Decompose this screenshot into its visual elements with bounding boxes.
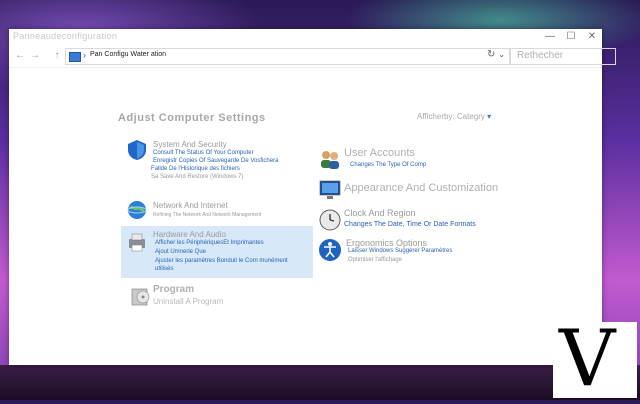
category-title[interactable]: Hardware And Audio <box>153 230 226 239</box>
task-link[interactable]: Consult The Status Of Your Computer <box>153 150 254 156</box>
up-button[interactable]: ↑ <box>51 50 63 61</box>
category-user-accounts[interactable]: User Accounts Changes The Type Of Comp <box>318 147 538 175</box>
category-title[interactable]: System And Security <box>153 140 227 149</box>
breadcrumb[interactable]: Pan Configu Water ation <box>90 51 166 58</box>
category-ergonomics[interactable]: Ergonomics Options Laisser Windows Suggé… <box>318 238 558 266</box>
chevron-down-icon[interactable]: ⌄ <box>498 50 505 59</box>
maximize-button[interactable]: ☐ <box>560 30 582 44</box>
watermark-logo: V <box>553 314 637 404</box>
monitor-icon <box>319 180 341 199</box>
task-link[interactable]: Optimiser l'affichage <box>348 257 402 263</box>
control-panel-window: Panneaudeconfiguration — ☐ ✕ ← → ↑ › Pan… <box>9 29 616 365</box>
category-title[interactable]: Network And Internet <box>153 201 228 210</box>
users-icon <box>321 151 339 169</box>
task-link[interactable]: Uninstall A Program <box>153 297 223 306</box>
address-bar[interactable]: › Pan Configu Water ation ⌄ <box>65 48 510 65</box>
accessibility-icon <box>319 239 341 261</box>
category-program[interactable]: Program Uninstall A Program <box>129 284 319 310</box>
program-disc-icon <box>131 288 150 306</box>
control-panel-icon <box>69 52 81 62</box>
category-clock-region[interactable]: Clock And Region Changes The Date, Time … <box>318 208 558 234</box>
category-title[interactable]: Clock And Region <box>344 208 416 218</box>
category-title[interactable]: Appearance And Customization <box>344 182 498 194</box>
task-link[interactable]: Fallde De l'Historique des fichiers <box>151 166 240 172</box>
globe-network-icon <box>127 201 147 219</box>
task-link[interactable]: Afficher les PériphériquesEt Imprimantes <box>155 240 264 246</box>
search-input[interactable]: Rethecher <box>510 48 616 65</box>
task-link[interactable]: Refining The Network And Network Managem… <box>153 212 261 218</box>
task-link[interactable]: Enregistr Copies Of Sauvegarde De Vosfic… <box>153 158 278 164</box>
chevron-right-icon: › <box>83 50 86 60</box>
forward-button[interactable]: → <box>29 50 41 61</box>
window-title: Panneaudeconfiguration <box>13 31 118 41</box>
navigation-toolbar: ← → ↑ › Pan Configu Water ation ⌄ ↻ Reth… <box>9 45 616 68</box>
view-by-label: Afficherby: Categry <box>417 112 485 121</box>
task-link[interactable]: Changes The Date, Time Or Date Formats <box>344 221 476 228</box>
category-title[interactable]: Ergonomics Options <box>346 238 427 248</box>
category-hardware-audio[interactable]: Hardware And Audio Afficher les Périphér… <box>125 230 315 278</box>
view-by-selector[interactable]: Afficherby: Categry ▾ <box>417 112 491 121</box>
search-placeholder: Rethecher <box>517 50 564 61</box>
chevron-down-icon: ▾ <box>487 112 492 121</box>
printer-icon <box>129 233 145 252</box>
category-title[interactable]: User Accounts <box>344 147 415 159</box>
wallpaper-ground <box>0 365 640 400</box>
task-link[interactable]: Ajuster les paramètres Bonduit le Com mu… <box>155 258 288 264</box>
category-network-internet[interactable]: Network And Internet Refining The Networ… <box>125 198 315 224</box>
minimize-button[interactable]: — <box>539 30 561 44</box>
logo-letter: V <box>559 314 616 404</box>
task-link[interactable]: utilisés <box>155 266 173 272</box>
category-title[interactable]: Program <box>153 284 194 295</box>
refresh-icon[interactable]: ↻ <box>487 49 495 60</box>
clock-icon <box>319 209 341 231</box>
category-system-security[interactable]: System And Security Consult The Status O… <box>125 138 315 180</box>
task-link[interactable]: Changes The Type Of Comp <box>350 162 426 168</box>
page-title: Adjust Computer Settings <box>118 112 266 124</box>
task-link[interactable]: Ajout Umnerie Que <box>155 249 206 255</box>
title-bar: Panneaudeconfiguration — ☐ ✕ <box>9 29 602 45</box>
back-button[interactable]: ← <box>14 50 26 61</box>
category-appearance[interactable]: Appearance And Customization <box>318 178 558 202</box>
task-link[interactable]: Sa Save And Restore (Windows 7) <box>151 174 243 180</box>
shield-icon <box>128 140 146 160</box>
task-link[interactable]: Laisser Windows Suggérer Paramètres <box>348 248 452 254</box>
close-button[interactable]: ✕ <box>581 30 603 44</box>
